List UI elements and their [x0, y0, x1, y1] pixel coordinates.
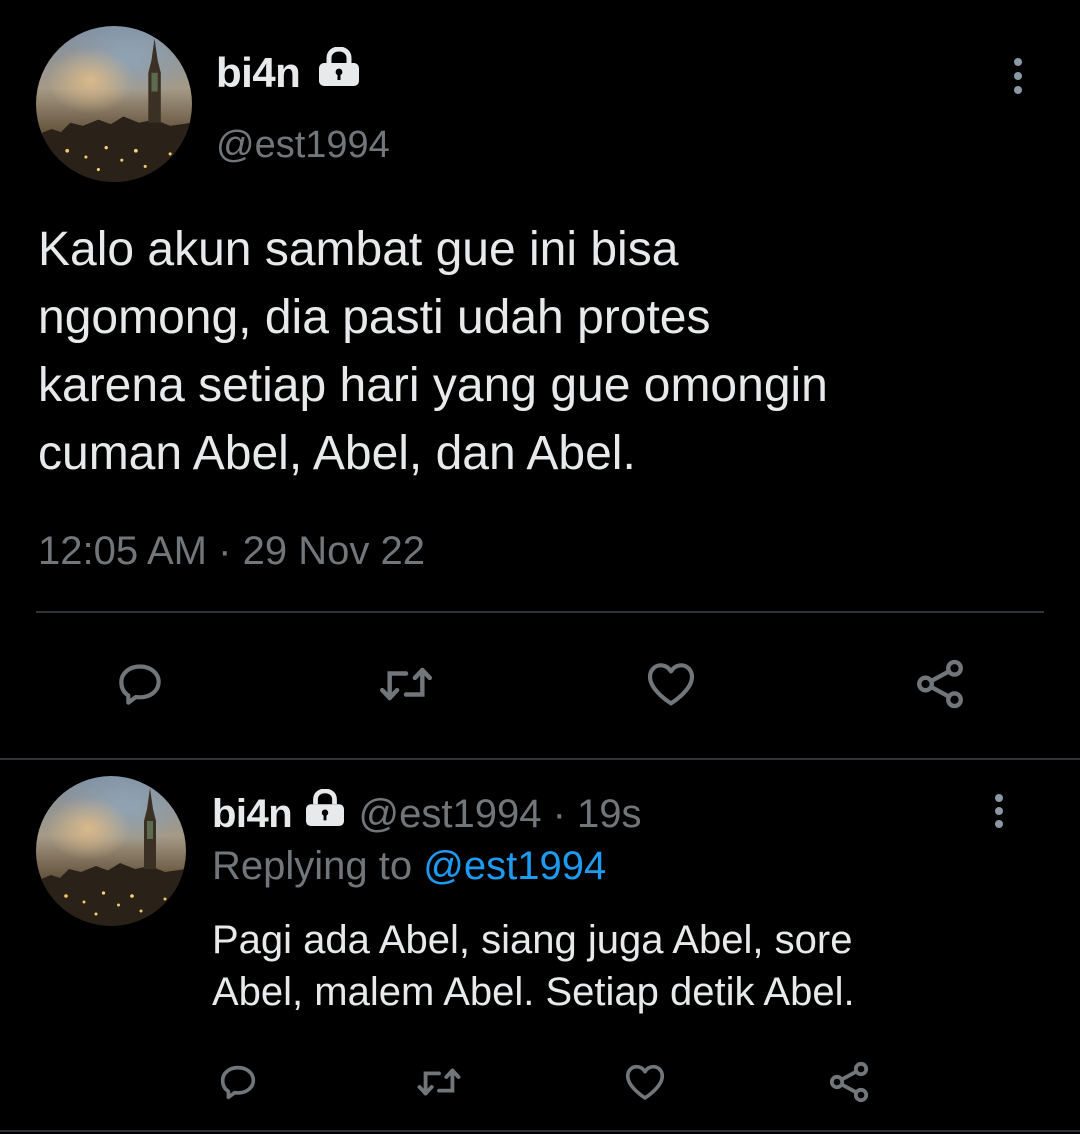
- tweet-timestamp[interactable]: 12:05 AM · 29 Nov 22: [38, 526, 425, 576]
- reply-reply-button[interactable]: [212, 1056, 264, 1108]
- heart-icon: [625, 1064, 665, 1100]
- tweet-text-line: cuman Abel, Abel, dan Abel.: [38, 427, 636, 480]
- reply-text-line: Abel, malem Abel. Setiap detik Abel.: [212, 970, 855, 1014]
- avatar-painting: [36, 788, 186, 926]
- display-name-text: bi4n: [216, 49, 301, 96]
- reply-like-button[interactable]: [618, 1056, 672, 1108]
- reply-age[interactable]: 19s: [577, 792, 642, 836]
- bottom-divider: [0, 1130, 1080, 1132]
- lock-icon: [316, 46, 362, 98]
- reply-icon: [220, 1065, 256, 1100]
- more-options-button[interactable]: [1012, 58, 1024, 94]
- reply-share-button[interactable]: [823, 1056, 875, 1108]
- tweet-text: Kalo akun sambat gue ini bisa ngomong, d…: [38, 216, 828, 488]
- reply-header: bi4n @est1994 · 19s: [212, 788, 642, 838]
- replying-to-handle-link[interactable]: @est1994: [423, 844, 606, 888]
- section-divider: [0, 758, 1080, 760]
- tweet-time: 12:05 AM: [38, 529, 208, 573]
- lock-icon: [303, 788, 347, 838]
- reply-button[interactable]: [108, 652, 172, 716]
- avatar-painting: [36, 38, 192, 182]
- tweet-text-line: Kalo akun sambat gue ini bisa: [38, 223, 679, 276]
- share-icon: [829, 1061, 869, 1103]
- retweet-button[interactable]: [371, 652, 441, 716]
- more-vertical-icon: [1014, 58, 1022, 66]
- reply-display-name[interactable]: bi4n: [212, 792, 293, 836]
- retweet-icon: [379, 667, 433, 701]
- reply-avatar[interactable]: [36, 776, 186, 926]
- more-vertical-icon: [995, 794, 1003, 802]
- display-name[interactable]: bi4n: [216, 46, 362, 98]
- divider: [36, 611, 1044, 613]
- reply-icon: [119, 664, 161, 705]
- share-icon: [917, 659, 963, 709]
- separator: ·: [218, 529, 232, 573]
- avatar[interactable]: [36, 26, 192, 182]
- like-button[interactable]: [638, 652, 704, 716]
- reply-text-line: Pagi ada Abel, siang juga Abel, sore: [212, 918, 853, 962]
- separator: ·: [552, 792, 566, 836]
- reply-more-options-button[interactable]: [993, 794, 1005, 828]
- share-button[interactable]: [908, 652, 972, 716]
- reply-retweet-button[interactable]: [410, 1056, 468, 1108]
- tweet-text-line: karena setiap hari yang gue omongin: [38, 359, 828, 412]
- reply-handle[interactable]: @est1994: [358, 792, 541, 836]
- reply-text: Pagi ada Abel, siang juga Abel, sore Abe…: [212, 914, 855, 1018]
- tweet-date: 29 Nov 22: [242, 529, 425, 573]
- retweet-icon: [417, 1068, 461, 1096]
- replying-to: Replying to @est1994: [212, 842, 606, 890]
- handle[interactable]: @est1994: [216, 122, 390, 168]
- replying-to-label: Replying to: [212, 844, 413, 888]
- tweet-text-line: ngomong, dia pasti udah protes: [38, 291, 711, 344]
- heart-icon: [647, 663, 695, 706]
